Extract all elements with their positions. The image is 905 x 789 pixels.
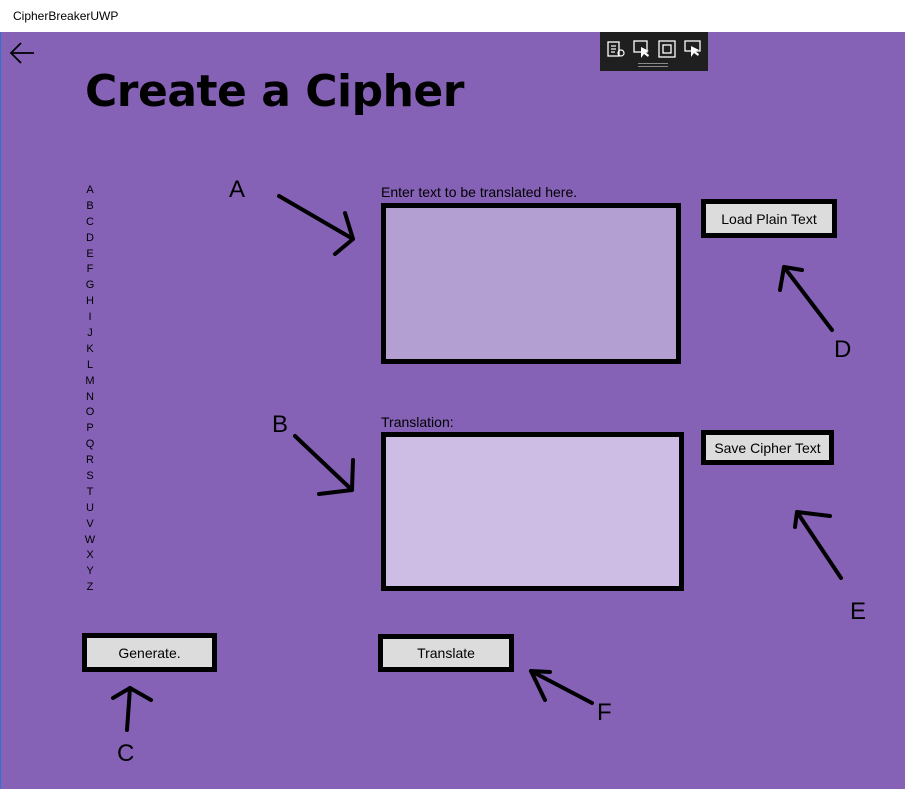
arrow-e bbox=[793, 510, 843, 580]
annotation-arrows bbox=[111, 194, 843, 732]
arrow-b bbox=[293, 434, 355, 496]
arrow-f bbox=[529, 669, 594, 705]
arrow-a bbox=[277, 194, 355, 256]
arrow-c bbox=[111, 686, 153, 732]
arrow-d bbox=[778, 265, 834, 332]
